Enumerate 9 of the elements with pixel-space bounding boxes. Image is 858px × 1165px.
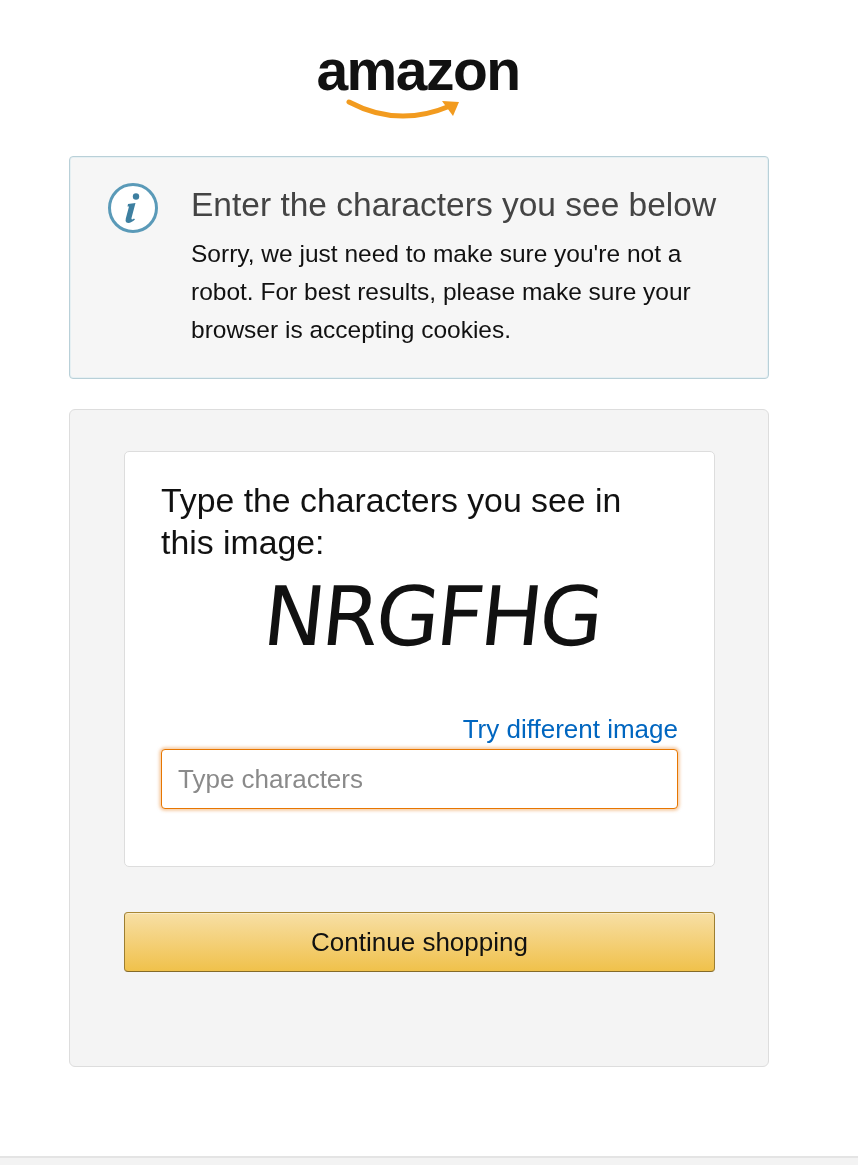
captcha-text: NRGFHG — [259, 570, 606, 664]
alert-message: Sorry, we just need to make sure you're not a robot. For best results, please make sure your browser is accepting cookies. — [191, 239, 692, 345]
continue-shopping-button[interactable]: Continue shopping — [124, 912, 715, 972]
captcha-input[interactable]: Type characters — [161, 749, 678, 809]
info-icon — [107, 182, 159, 234]
alert-title: Enter the characters you see below — [191, 185, 718, 225]
captcha-heading: Type the characters you see in this image: — [161, 480, 623, 563]
try-different-image-link[interactable]: Try different image — [462, 714, 678, 744]
logo-text: amazon — [316, 42, 520, 99]
